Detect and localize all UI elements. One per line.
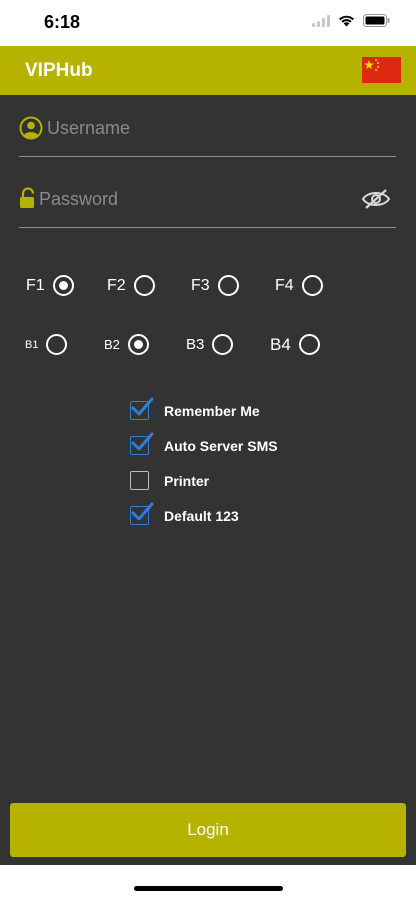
- checkbox-label: Default 123: [164, 507, 239, 524]
- checkbox[interactable]: [130, 432, 154, 455]
- status-bar: 6:18: [0, 0, 416, 46]
- radio-f4[interactable]: F4: [275, 275, 323, 296]
- auto-server-sms-checkbox[interactable]: Auto Server SMS: [130, 432, 278, 455]
- login-button[interactable]: Login: [10, 803, 406, 857]
- printer-checkbox[interactable]: Printer: [130, 471, 209, 490]
- radio-label: B3: [186, 336, 205, 353]
- radio-f3[interactable]: F3: [191, 275, 239, 296]
- radio-button[interactable]: [133, 275, 155, 296]
- remember-me-checkbox[interactable]: Remember Me: [130, 397, 260, 420]
- home-indicator[interactable]: [134, 886, 283, 891]
- radio-b4[interactable]: B4: [270, 334, 320, 355]
- radio-f2[interactable]: F2: [107, 275, 155, 296]
- unlock-icon: [20, 187, 35, 208]
- radio-button[interactable]: [46, 334, 68, 355]
- radio-label: B1: [25, 338, 39, 351]
- radio-label: F3: [191, 276, 210, 294]
- checkmark-icon: [131, 502, 154, 521]
- username-input[interactable]: [47, 114, 347, 142]
- password-field-row: [19, 171, 396, 228]
- checkbox-label: Auto Server SMS: [164, 437, 278, 454]
- checkbox-label: Printer: [164, 472, 210, 489]
- radio-button[interactable]: [301, 275, 323, 296]
- checkbox-label: Remember Me: [164, 402, 260, 419]
- login-panel: F1 F2 F3 F4 B1 B2 B3 B4 Remember Me: [0, 95, 416, 865]
- status-time: 6:18: [44, 12, 81, 32]
- checkmark-icon: [131, 432, 154, 451]
- checkbox[interactable]: [130, 471, 149, 490]
- default-123-checkbox[interactable]: Default 123: [130, 502, 239, 525]
- radio-f1[interactable]: F1: [26, 275, 74, 296]
- battery-icon: [363, 14, 390, 27]
- wifi-icon: [339, 15, 354, 26]
- radio-button[interactable]: [217, 275, 239, 296]
- radio-button[interactable]: [212, 334, 234, 355]
- checkbox[interactable]: [130, 502, 154, 525]
- username-field-row: [19, 100, 396, 157]
- radio-button[interactable]: [127, 334, 149, 355]
- checkmark-icon: [131, 397, 154, 416]
- radio-label: F2: [107, 276, 126, 294]
- home-indicator-area: [0, 865, 416, 900]
- radio-b1[interactable]: B1: [25, 334, 68, 355]
- radio-b3[interactable]: B3: [186, 334, 234, 355]
- radio-label: B2: [104, 337, 120, 352]
- radio-label: F4: [275, 276, 294, 294]
- radio-button[interactable]: [52, 275, 74, 296]
- password-input[interactable]: [39, 185, 339, 213]
- china-flag-icon[interactable]: [362, 57, 401, 83]
- app-header: VIPHub: [0, 46, 416, 95]
- app-title: VIPHub: [25, 60, 93, 81]
- eye-slash-icon[interactable]: [361, 188, 391, 210]
- checkbox[interactable]: [130, 397, 154, 420]
- signal-icon: [312, 14, 330, 27]
- user-icon: [19, 116, 43, 140]
- radio-label: B4: [270, 334, 291, 354]
- radio-button[interactable]: [298, 334, 320, 355]
- status-icons: [312, 14, 390, 27]
- radio-b2[interactable]: B2: [104, 334, 149, 355]
- radio-label: F1: [26, 276, 45, 294]
